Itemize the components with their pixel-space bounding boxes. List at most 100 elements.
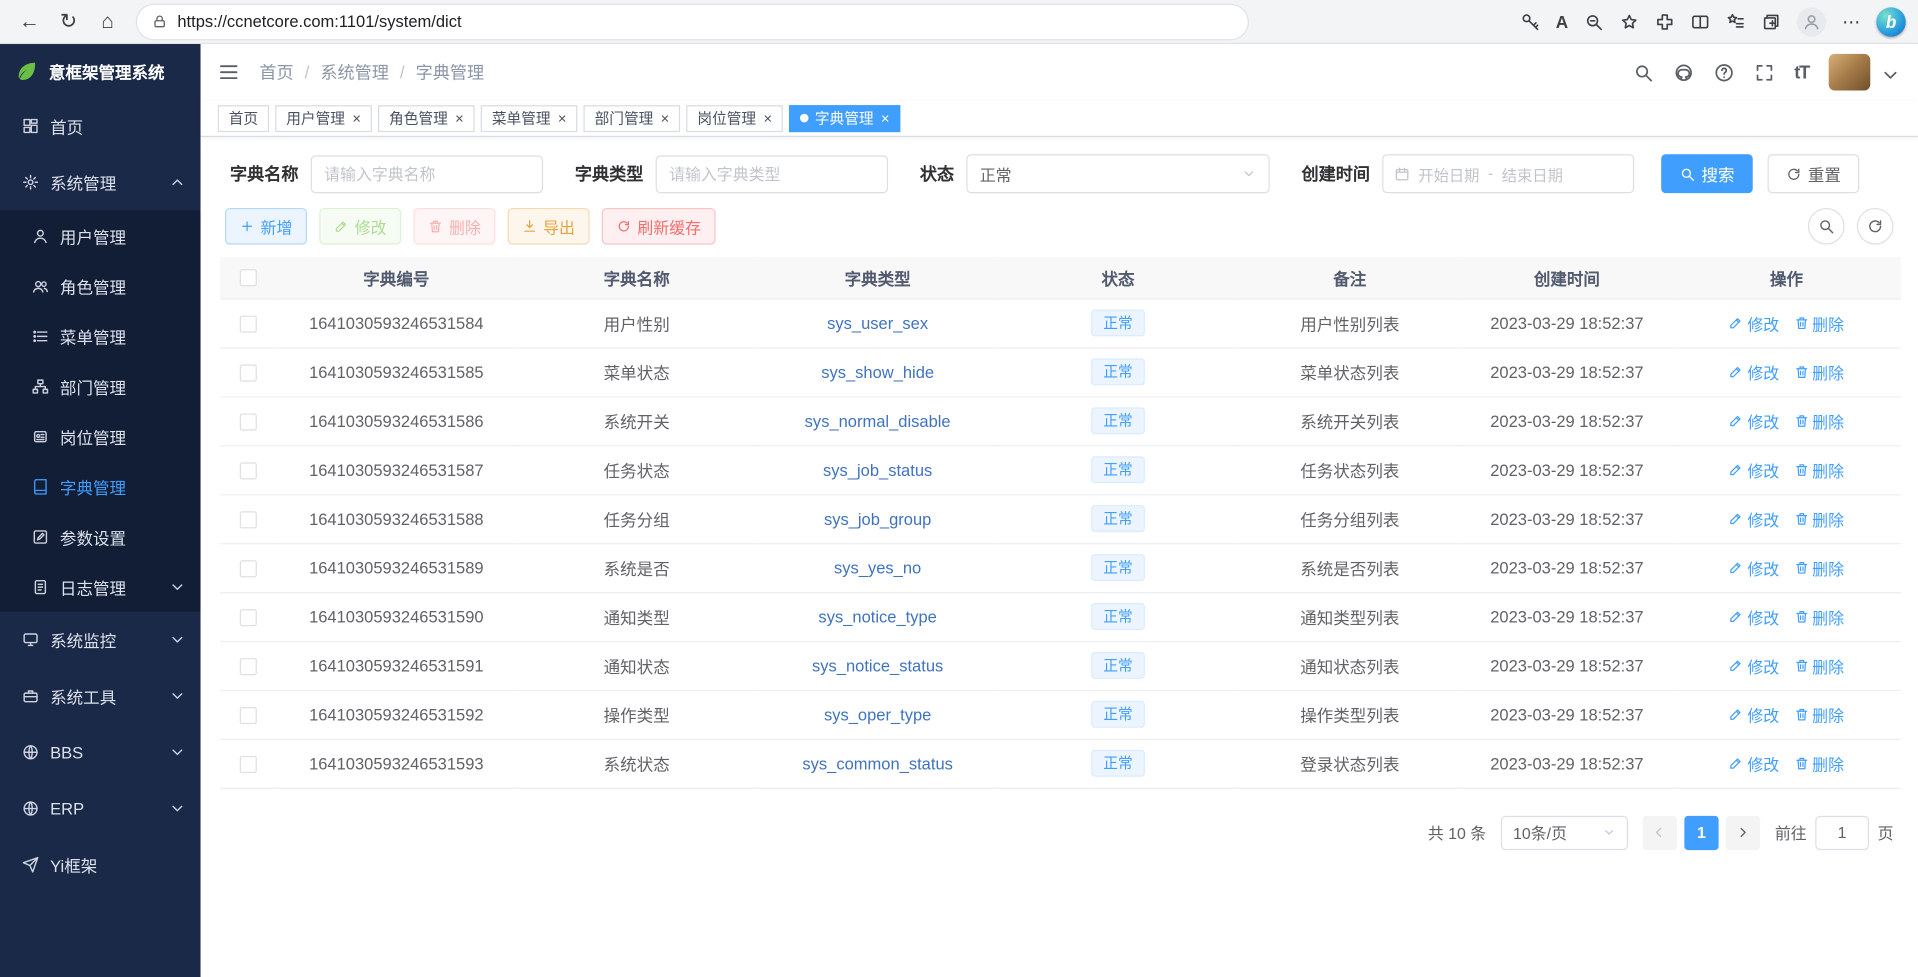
row-checkbox[interactable]: [240, 756, 257, 773]
github-icon[interactable]: [1673, 62, 1694, 83]
sidebar-item-system-monitor[interactable]: 系统监控: [0, 612, 201, 668]
dict-type-link[interactable]: sys_oper_type: [824, 705, 931, 723]
app-logo[interactable]: 意框架管理系统: [0, 44, 201, 98]
add-button[interactable]: 新增: [225, 208, 307, 245]
row-checkbox[interactable]: [240, 315, 257, 332]
sidebar-item-dept-mgmt[interactable]: 部门管理: [0, 361, 201, 411]
tab-close-icon[interactable]: ×: [352, 111, 361, 126]
sidebar-item-yi-framework[interactable]: Yi框架: [0, 837, 201, 893]
address-bar[interactable]: https://ccnetcore.com:1101/system/dict: [137, 4, 1248, 38]
browser-home-button[interactable]: ⌂: [88, 4, 127, 38]
edit-row-link[interactable]: 修改: [1729, 605, 1779, 628]
edit-row-link[interactable]: 修改: [1729, 556, 1779, 579]
delete-row-link[interactable]: 删除: [1794, 556, 1844, 579]
sidebar-item-log-mgmt[interactable]: 日志管理: [0, 561, 201, 611]
tab-user-mgmt[interactable]: 用户管理×: [275, 105, 372, 132]
sidebar-item-post-mgmt[interactable]: 岗位管理: [0, 411, 201, 461]
favorites-bar-icon[interactable]: [1726, 12, 1746, 32]
browser-profile-avatar[interactable]: [1797, 7, 1826, 36]
tab-dept-mgmt[interactable]: 部门管理×: [584, 105, 681, 132]
edit-row-link[interactable]: 修改: [1729, 654, 1779, 677]
delete-row-link[interactable]: 删除: [1794, 605, 1844, 628]
dict-type-input[interactable]: [656, 155, 888, 193]
user-avatar[interactable]: [1829, 54, 1871, 91]
sidebar-item-dict-mgmt[interactable]: 字典管理: [0, 461, 201, 511]
edit-row-link[interactable]: 修改: [1729, 458, 1779, 481]
goto-page-input[interactable]: [1815, 815, 1869, 849]
split-screen-icon[interactable]: [1690, 12, 1710, 32]
toggle-search-button[interactable]: [1808, 208, 1845, 245]
bing-copilot-icon[interactable]: b: [1876, 7, 1905, 36]
sidebar-item-param-settings[interactable]: 参数设置: [0, 511, 201, 561]
password-key-icon[interactable]: [1520, 12, 1540, 32]
sidebar-item-home[interactable]: 首页: [0, 98, 201, 154]
end-date-placeholder[interactable]: 结束日期: [1502, 162, 1563, 185]
date-range-picker[interactable]: 开始日期 - 结束日期: [1382, 154, 1634, 193]
search-button[interactable]: 搜索: [1661, 154, 1753, 193]
status-select[interactable]: 正常: [966, 154, 1269, 193]
dict-type-link[interactable]: sys_yes_no: [834, 558, 921, 576]
sidebar-item-bbs[interactable]: BBS: [0, 724, 201, 780]
row-checkbox[interactable]: [240, 560, 257, 577]
font-size-icon[interactable]: tT: [1794, 62, 1809, 83]
sidebar-item-system-mgmt[interactable]: 系统管理: [0, 154, 201, 210]
fullscreen-icon[interactable]: [1754, 62, 1775, 83]
tab-close-icon[interactable]: ×: [881, 111, 890, 126]
breadcrumb-item[interactable]: 系统管理: [320, 60, 388, 84]
refresh-table-button[interactable]: [1857, 208, 1894, 245]
extensions-icon[interactable]: [1655, 12, 1675, 32]
tab-menu-mgmt[interactable]: 菜单管理×: [481, 105, 578, 132]
dict-type-link[interactable]: sys_common_status: [802, 754, 953, 772]
delete-row-link[interactable]: 删除: [1794, 360, 1844, 383]
edit-row-link[interactable]: 修改: [1729, 752, 1779, 775]
export-button[interactable]: 导出: [508, 208, 590, 245]
tab-post-mgmt[interactable]: 岗位管理×: [686, 105, 783, 132]
tab-close-icon[interactable]: ×: [763, 111, 772, 126]
next-page-button[interactable]: [1726, 815, 1760, 849]
help-icon[interactable]: [1713, 62, 1734, 83]
breadcrumb-item[interactable]: 首页: [259, 60, 293, 84]
start-date-placeholder[interactable]: 开始日期: [1418, 162, 1479, 185]
edit-row-link[interactable]: 修改: [1729, 311, 1779, 334]
sidebar-item-system-tools[interactable]: 系统工具: [0, 668, 201, 724]
reset-button[interactable]: 重置: [1768, 154, 1860, 193]
row-checkbox[interactable]: [240, 609, 257, 626]
sidebar-item-user-mgmt[interactable]: 用户管理: [0, 210, 201, 260]
delete-row-link[interactable]: 删除: [1794, 409, 1844, 432]
delete-row-link[interactable]: 删除: [1794, 654, 1844, 677]
edit-row-link[interactable]: 修改: [1729, 360, 1779, 383]
dict-type-link[interactable]: sys_normal_disable: [805, 412, 951, 430]
collections-icon[interactable]: [1761, 12, 1781, 32]
row-checkbox[interactable]: [240, 413, 257, 430]
edit-button[interactable]: 修改: [319, 208, 401, 245]
delete-row-link[interactable]: 删除: [1794, 703, 1844, 726]
row-checkbox[interactable]: [240, 462, 257, 479]
delete-button[interactable]: 删除: [413, 208, 495, 245]
header-search-icon[interactable]: [1633, 62, 1654, 83]
edit-row-link[interactable]: 修改: [1729, 703, 1779, 726]
row-checkbox[interactable]: [240, 707, 257, 724]
dict-type-link[interactable]: sys_show_hide: [821, 363, 934, 381]
select-all-checkbox[interactable]: [240, 270, 257, 287]
edit-row-link[interactable]: 修改: [1729, 507, 1779, 530]
sidebar-item-erp[interactable]: ERP: [0, 780, 201, 836]
favorites-star-icon[interactable]: [1620, 12, 1640, 32]
sidebar-item-role-mgmt[interactable]: 角色管理: [0, 261, 201, 311]
read-aloud-icon[interactable]: A: [1556, 12, 1568, 32]
sidebar-toggle-icon[interactable]: [218, 61, 240, 83]
browser-back-button[interactable]: ←: [10, 4, 49, 38]
tab-close-icon[interactable]: ×: [558, 111, 567, 126]
dict-type-link[interactable]: sys_notice_type: [818, 607, 936, 625]
tab-close-icon[interactable]: ×: [455, 111, 464, 126]
dict-name-input[interactable]: [311, 155, 543, 193]
row-checkbox[interactable]: [240, 364, 257, 381]
prev-page-button[interactable]: [1643, 815, 1677, 849]
delete-row-link[interactable]: 删除: [1794, 752, 1844, 775]
zoom-out-icon[interactable]: [1584, 12, 1604, 32]
browser-settings-menu-icon[interactable]: ⋯: [1842, 10, 1860, 32]
tab-dict-mgmt[interactable]: 字典管理×: [789, 105, 900, 132]
delete-row-link[interactable]: 删除: [1794, 507, 1844, 530]
dict-type-link[interactable]: sys_notice_status: [812, 656, 943, 674]
page-number-button[interactable]: 1: [1684, 815, 1718, 849]
browser-refresh-button[interactable]: ↻: [49, 4, 88, 38]
